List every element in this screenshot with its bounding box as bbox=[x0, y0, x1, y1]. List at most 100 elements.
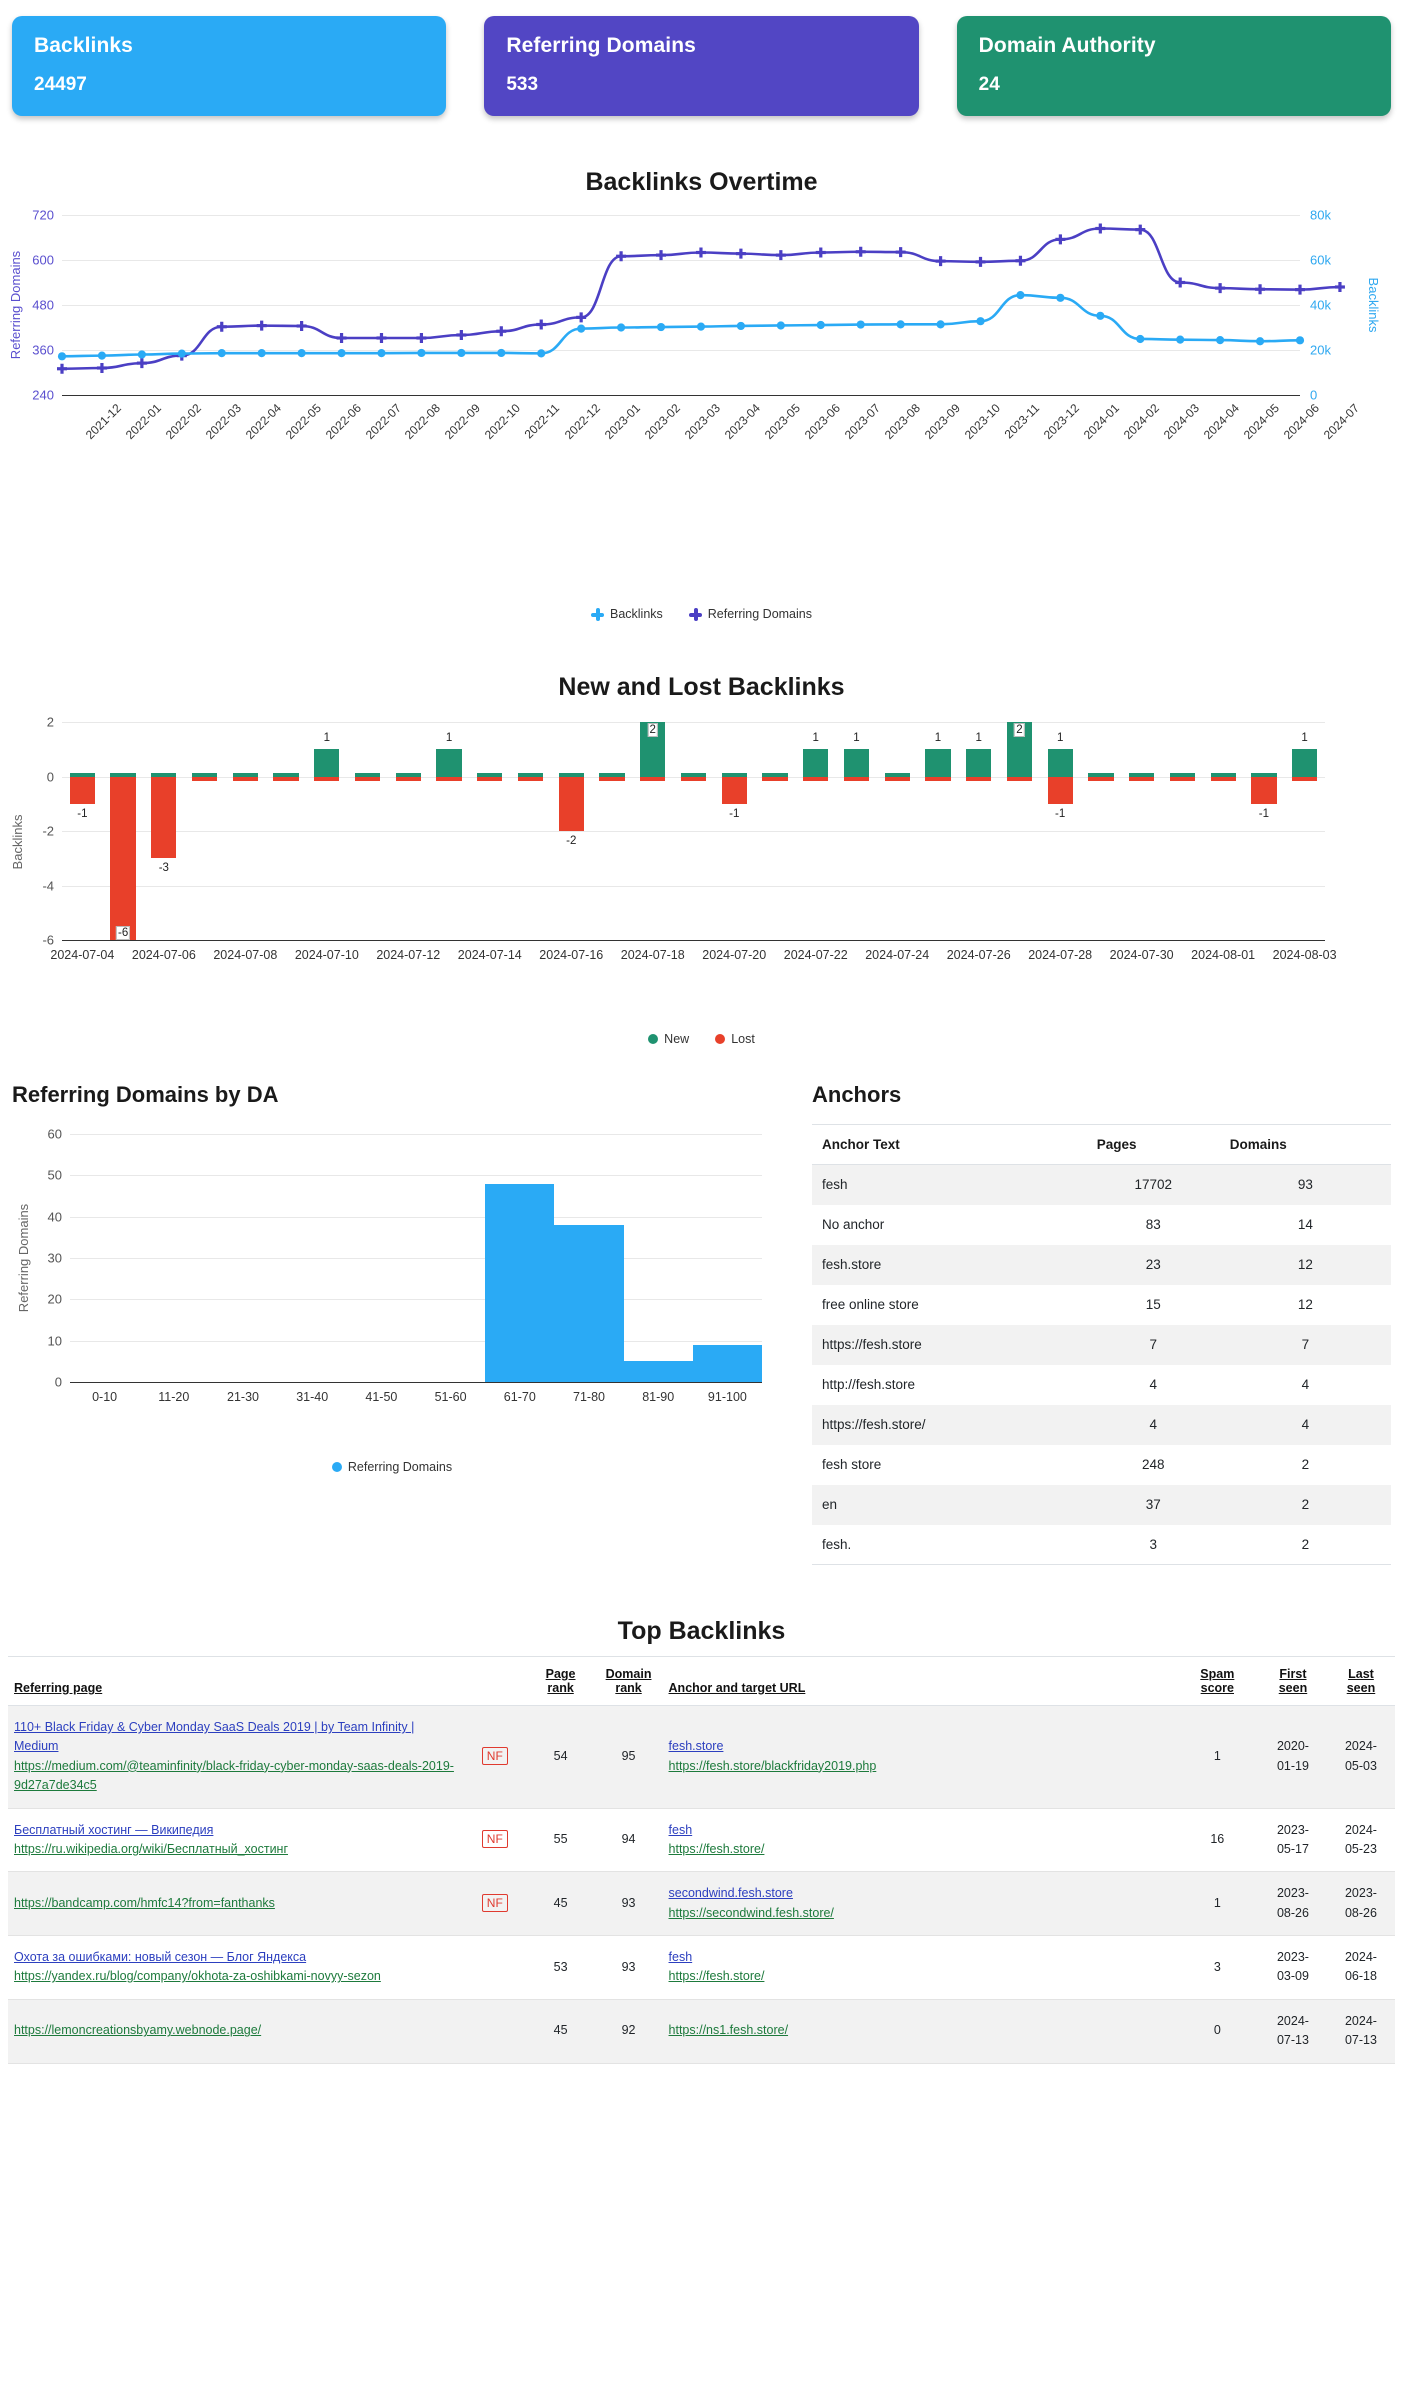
data-point[interactable] bbox=[256, 320, 267, 331]
data-point[interactable] bbox=[257, 349, 266, 358]
referring-page-url-link[interactable]: https://medium.com/@teaminfinity/black-f… bbox=[14, 1759, 454, 1792]
column-header-referring-page[interactable]: Referring page bbox=[8, 1656, 464, 1706]
bar-lost[interactable] bbox=[721, 776, 747, 804]
bar-referring-domains[interactable] bbox=[485, 1183, 555, 1382]
bar-lost[interactable] bbox=[966, 776, 992, 781]
table-row[interactable]: https://bandcamp.com/hmfc14?from=fanthan… bbox=[8, 1871, 1395, 1936]
data-point[interactable] bbox=[1215, 283, 1226, 294]
column-header-domain-rank[interactable]: Domain rank bbox=[594, 1656, 663, 1706]
data-point[interactable] bbox=[377, 349, 386, 358]
referring-page-title-link[interactable]: Бесплатный хостинг — Википедия bbox=[14, 1823, 213, 1837]
bar-lost[interactable] bbox=[640, 776, 666, 781]
bar-lost[interactable] bbox=[232, 776, 258, 781]
data-point[interactable] bbox=[457, 348, 466, 358]
data-point[interactable] bbox=[1056, 293, 1065, 302]
bar-lost[interactable] bbox=[925, 776, 951, 781]
bar-new[interactable] bbox=[925, 749, 951, 777]
data-point[interactable] bbox=[856, 320, 865, 329]
bar-lost[interactable] bbox=[1088, 776, 1114, 781]
table-row[interactable]: Охота за ошибками: новый сезон — Блог Ян… bbox=[8, 1936, 1395, 2000]
data-point[interactable] bbox=[935, 256, 946, 267]
data-point[interactable] bbox=[136, 358, 147, 369]
legend-item-lost[interactable]: Lost bbox=[715, 1032, 755, 1046]
data-point[interactable] bbox=[895, 247, 906, 258]
data-point[interactable] bbox=[536, 319, 547, 330]
column-header-spam-score[interactable]: Spam score bbox=[1175, 1656, 1259, 1706]
bar-lost[interactable] bbox=[843, 776, 870, 781]
data-point[interactable] bbox=[696, 322, 706, 331]
data-point[interactable] bbox=[815, 247, 826, 258]
data-point[interactable] bbox=[736, 321, 746, 331]
bar-lost[interactable] bbox=[110, 776, 136, 940]
data-point[interactable] bbox=[217, 349, 226, 358]
anchor-text-link[interactable]: fesh bbox=[669, 1950, 693, 1964]
bar-new[interactable] bbox=[314, 749, 340, 777]
table-row[interactable]: en 37 2 bbox=[812, 1484, 1391, 1525]
data-point[interactable] bbox=[497, 348, 506, 358]
bar-lost[interactable] bbox=[354, 776, 381, 781]
data-point[interactable] bbox=[656, 322, 666, 332]
bar-lost[interactable] bbox=[477, 776, 503, 781]
target-url-link[interactable]: https://fesh.store/ bbox=[669, 1969, 765, 1983]
data-point[interactable] bbox=[296, 321, 307, 331]
bar-lost[interactable] bbox=[191, 776, 218, 781]
table-row[interactable]: http://fesh.store 4 4 bbox=[812, 1365, 1391, 1405]
column-header-last-seen[interactable]: Last seen bbox=[1326, 1656, 1395, 1706]
bar-lost[interactable] bbox=[1169, 776, 1196, 781]
target-url-link[interactable]: https://secondwind.fesh.store/ bbox=[669, 1906, 834, 1920]
legend-item-backlinks[interactable]: Backlinks bbox=[590, 607, 663, 621]
column-header-domains[interactable]: Domains bbox=[1219, 1124, 1391, 1165]
bar-lost[interactable] bbox=[395, 776, 421, 781]
bar-lost[interactable] bbox=[69, 776, 95, 804]
bar-lost[interactable] bbox=[1129, 776, 1155, 781]
table-row[interactable]: https://lemoncreationsbyamy.webnode.page… bbox=[8, 1999, 1395, 2063]
data-point[interactable] bbox=[137, 350, 146, 359]
kpi-card-referring-domains[interactable]: Referring Domains 533 bbox=[484, 16, 919, 116]
referring-page-title-link[interactable]: 110+ Black Friday & Cyber Monday SaaS De… bbox=[14, 1720, 414, 1753]
column-header-page-rank[interactable]: Page rank bbox=[526, 1656, 595, 1706]
data-point[interactable] bbox=[1095, 223, 1106, 234]
bar-lost[interactable] bbox=[1006, 776, 1033, 781]
data-point[interactable] bbox=[1255, 284, 1266, 295]
table-row[interactable]: fesh store 248 2 bbox=[812, 1445, 1391, 1485]
bar-lost[interactable] bbox=[680, 776, 707, 781]
data-point[interactable] bbox=[416, 333, 427, 343]
data-point[interactable] bbox=[775, 250, 786, 261]
data-point[interactable] bbox=[576, 312, 587, 323]
referring-page-url-link[interactable]: https://ru.wikipedia.org/wiki/Бесплатный… bbox=[14, 1842, 288, 1856]
data-point[interactable] bbox=[1295, 284, 1305, 295]
data-point[interactable] bbox=[1135, 224, 1146, 235]
legend-item-referring-domains[interactable]: Referring Domains bbox=[688, 607, 812, 621]
bar-lost[interactable] bbox=[1210, 776, 1236, 781]
bar-lost[interactable] bbox=[151, 776, 177, 859]
anchor-text-link[interactable]: secondwind.fesh.store bbox=[669, 1886, 793, 1900]
data-point[interactable] bbox=[616, 323, 626, 332]
bar-lost[interactable] bbox=[599, 776, 625, 781]
bar-lost[interactable] bbox=[273, 776, 299, 781]
data-point[interactable] bbox=[1016, 291, 1025, 300]
bar-lost[interactable] bbox=[314, 776, 340, 781]
data-point[interactable] bbox=[376, 333, 387, 343]
table-row[interactable]: https://fesh.store/ 4 4 bbox=[812, 1404, 1391, 1445]
referring-page-url-link[interactable]: https://lemoncreationsbyamy.webnode.page… bbox=[14, 2023, 261, 2037]
bar-lost[interactable] bbox=[803, 776, 829, 781]
data-point[interactable] bbox=[336, 333, 347, 343]
table-row[interactable]: free online store 15 12 bbox=[812, 1285, 1391, 1325]
data-point[interactable] bbox=[695, 247, 706, 258]
referring-page-url-link[interactable]: https://yandex.ru/blog/company/okhota-za… bbox=[14, 1969, 381, 1983]
data-point[interactable] bbox=[656, 250, 667, 261]
data-point[interactable] bbox=[896, 320, 905, 329]
anchor-text-link[interactable]: fesh.store bbox=[669, 1739, 724, 1753]
kpi-card-backlinks[interactable]: Backlinks 24497 bbox=[12, 16, 447, 116]
data-point[interactable] bbox=[216, 321, 227, 332]
data-point[interactable] bbox=[577, 324, 586, 333]
data-point[interactable] bbox=[1175, 277, 1186, 288]
table-row[interactable]: fesh. 3 2 bbox=[812, 1524, 1391, 1565]
table-row[interactable]: No anchor 83 14 bbox=[812, 1205, 1391, 1245]
data-point[interactable] bbox=[297, 349, 306, 358]
data-point[interactable] bbox=[1255, 337, 1265, 346]
data-point[interactable] bbox=[1176, 335, 1185, 344]
bar-referring-domains[interactable] bbox=[692, 1344, 762, 1382]
table-row[interactable]: 110+ Black Friday & Cyber Monday SaaS De… bbox=[8, 1705, 1395, 1808]
data-point[interactable] bbox=[96, 363, 107, 373]
